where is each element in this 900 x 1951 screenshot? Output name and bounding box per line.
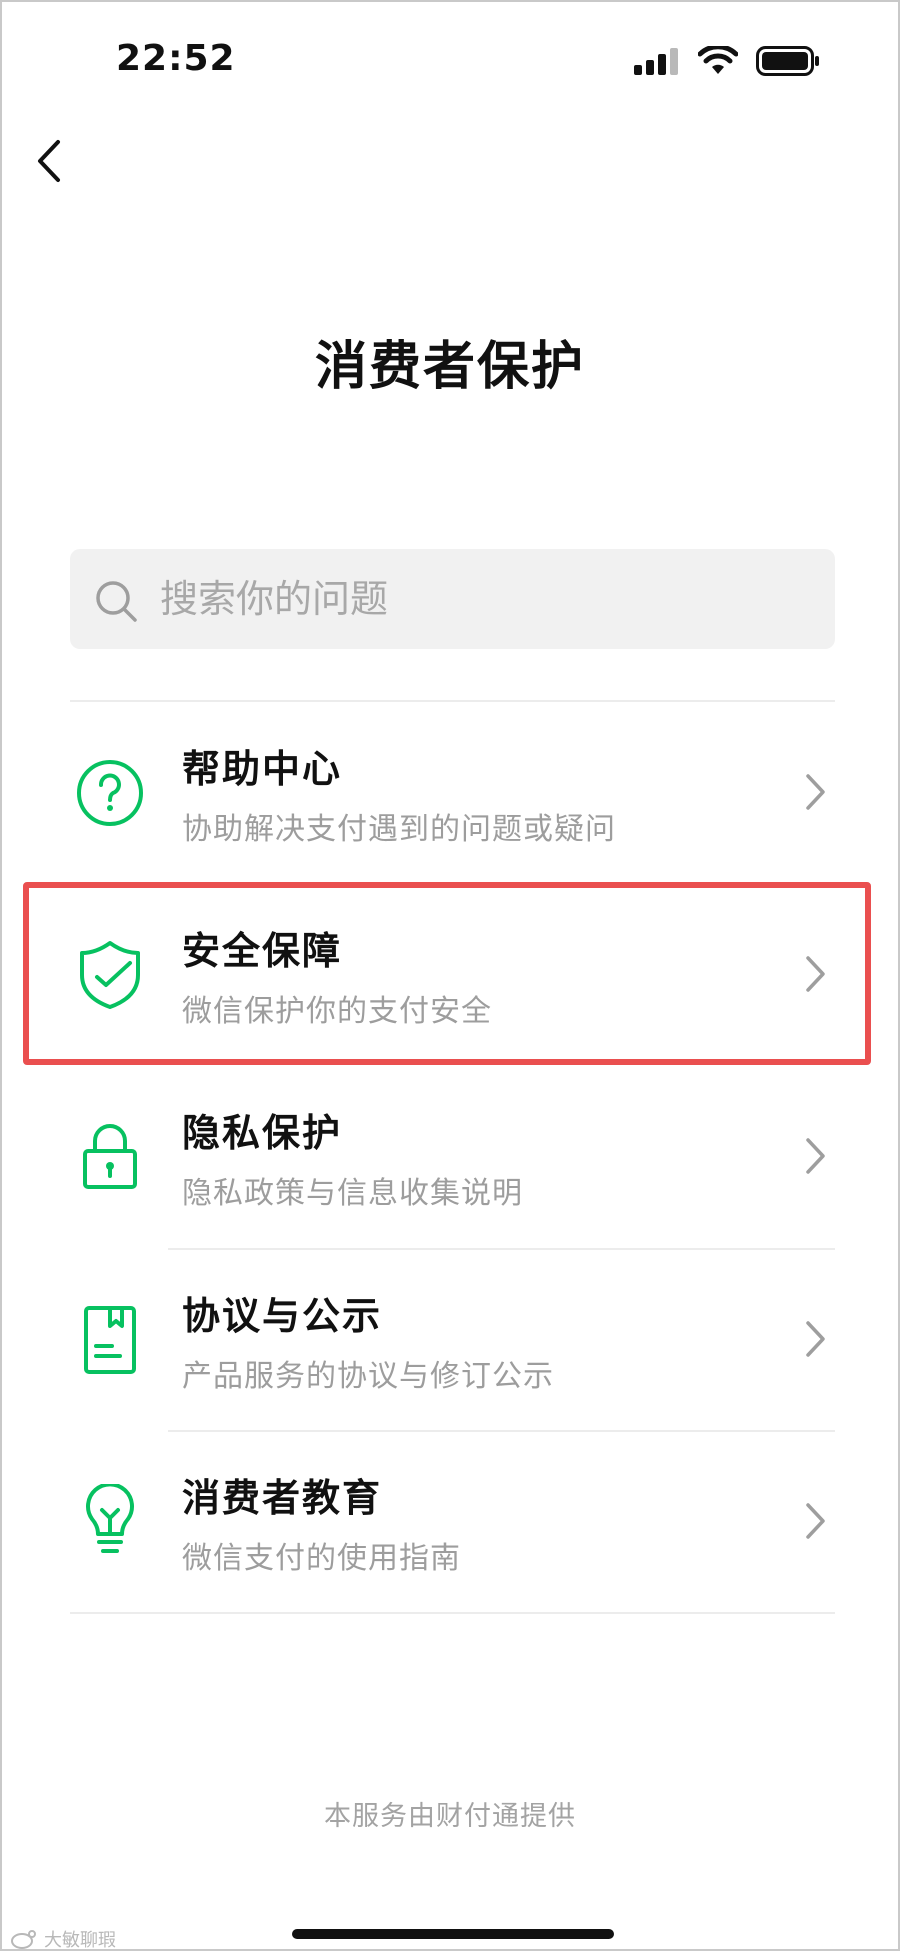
chevron-right-icon [806,1138,825,1174]
menu-item-title: 帮助中心 [182,747,343,791]
menu-item-title: 隐私保护 [182,1111,343,1155]
menu-item-title: 安全保障 [182,929,343,973]
status-bar: 22:52 [2,2,898,122]
watermark: 大敏聊瑕 [10,1926,116,1951]
battery-icon [756,46,819,76]
chevron-right-icon [806,956,825,992]
search-icon [96,581,137,622]
status-icons [634,46,820,76]
document-icon [70,1249,150,1431]
page-title: 消费者保护 [314,337,585,397]
search-box[interactable] [70,549,835,649]
signal-icon [634,48,678,75]
menu-item-consumer-education[interactable]: 消费者教育 微信支付的使用指南 [70,1431,835,1613]
back-button[interactable] [28,136,72,186]
menu-item-agreements[interactable]: 协议与公示 产品服务的协议与修订公示 [70,1249,835,1431]
lightbulb-icon [70,1431,150,1613]
shield-check-icon [70,884,150,1066]
menu-item-subtitle: 隐私政策与信息收集说明 [182,1176,523,1211]
menu-item-subtitle: 微信支付的使用指南 [182,1541,461,1576]
chevron-right-icon [806,774,825,810]
chevron-right-icon [806,1503,825,1539]
chevron-right-icon [806,1321,825,1357]
watermark-text: 大敏聊瑕 [44,1930,116,1951]
search-input[interactable] [160,549,800,649]
weibo-logo-icon [11,1930,36,1949]
menu-item-title: 协议与公示 [182,1294,383,1338]
menu-item-title: 消费者教育 [182,1476,383,1520]
menu-item-subtitle: 产品服务的协议与修订公示 [182,1359,554,1394]
question-circle-icon [70,702,150,884]
provider-footer: 本服务由财付通提供 [324,1801,576,1832]
menu-item-subtitle: 协助解决支付遇到的问题或疑问 [182,812,616,847]
menu-item-security[interactable]: 安全保障 微信保护你的支付安全 [70,884,835,1066]
chevron-left-icon [38,140,60,182]
status-time: 22:52 [116,38,236,79]
menu-item-subtitle: 微信保护你的支付安全 [182,994,492,1029]
screen: 22:52 消费者保护 搜索你的问题 帮助中心 协助解决支付遇到的问题或疑问 安… [0,0,900,1951]
wifi-icon [698,46,738,74]
menu-item-privacy[interactable]: 隐私保护 隐私政策与信息收集说明 [70,1066,835,1248]
menu-item-help-center[interactable]: 帮助中心 协助解决支付遇到的问题或疑问 [70,702,835,884]
home-indicator[interactable] [292,1929,614,1939]
lock-icon [70,1066,150,1248]
